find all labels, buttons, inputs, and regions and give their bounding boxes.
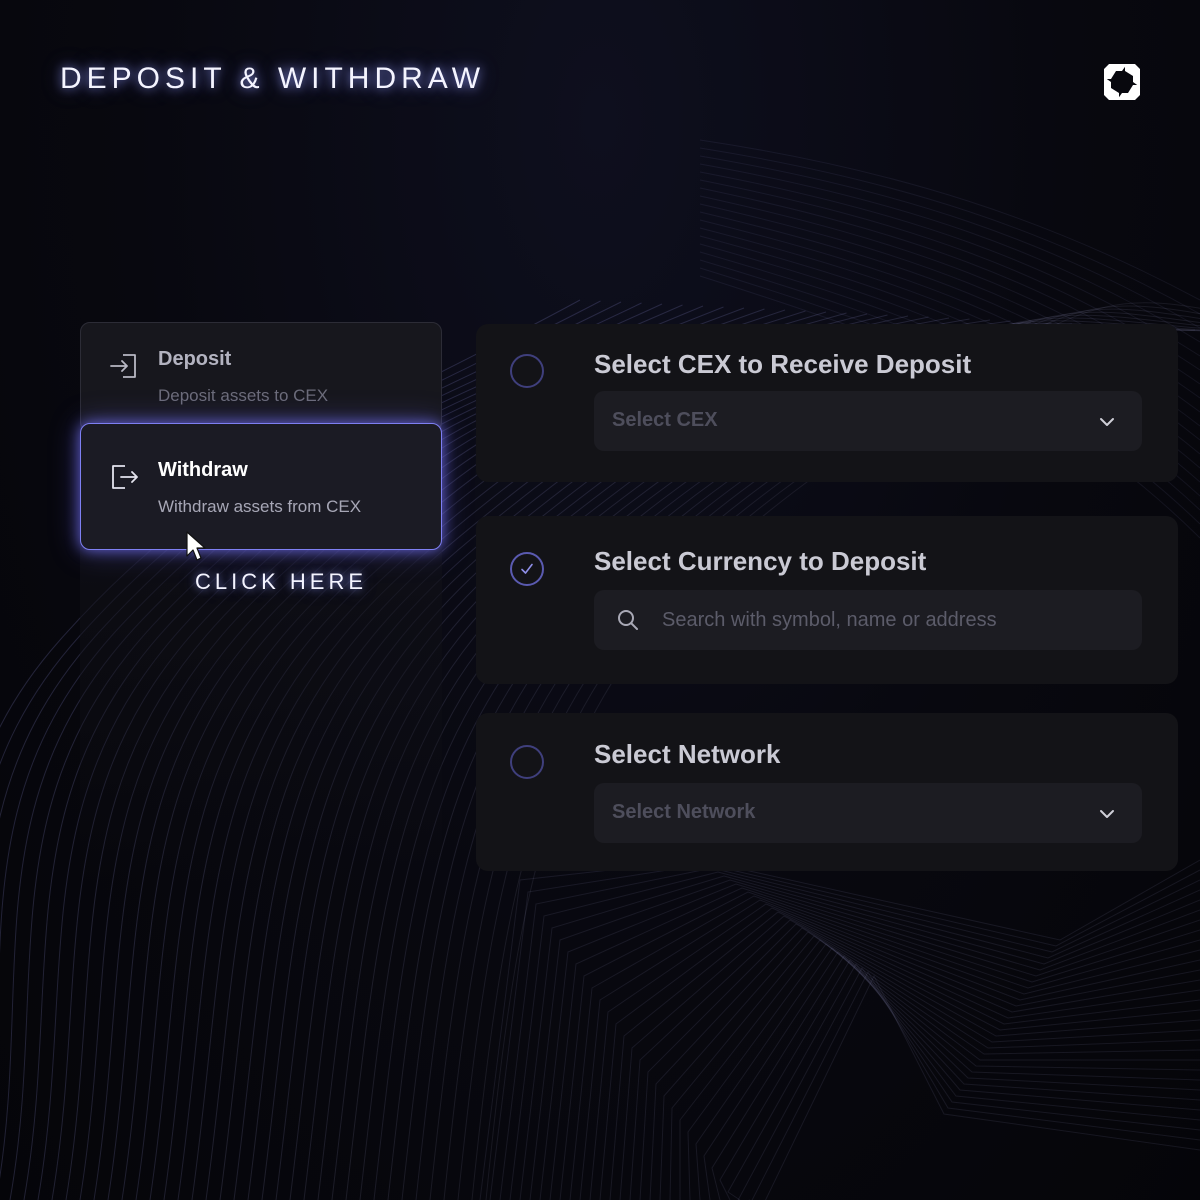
cex-select-dropdown[interactable]: Select CEX [594,391,1142,451]
brand-logo-icon [1104,64,1140,100]
step-radio[interactable] [510,745,544,779]
page-title: DEPOSIT & WITHDRAW [60,62,486,95]
step-title: Select Network [594,739,781,769]
sign-out-icon [112,465,138,489]
search-icon [618,610,638,630]
currency-search-input[interactable] [662,590,1122,650]
step-select-cex: Select CEX to Receive Deposit Select CEX [476,324,1178,482]
chevron-down-icon [1100,810,1114,818]
step-select-network: Select Network Select Network [476,713,1178,871]
sign-in-icon [110,354,136,378]
cex-select-value: Select CEX [612,409,718,431]
check-icon [521,563,533,574]
withdraw-option-description: Withdraw assets from CEX [158,497,362,516]
withdraw-option[interactable]: Withdraw Withdraw assets from CEX [80,423,442,550]
step-checkbox-checked[interactable] [510,552,544,586]
withdraw-option-label: Withdraw [158,459,248,481]
network-select-dropdown[interactable]: Select Network [594,783,1142,843]
step-title: Select CEX to Receive Deposit [594,349,972,379]
network-select-value: Select Network [612,801,756,823]
deposit-option-description: Deposit assets to CEX [158,386,329,405]
step-title: Select Currency to Deposit [594,546,927,576]
step-radio[interactable] [510,354,544,388]
deposit-option[interactable]: Deposit Deposit assets to CEX [80,322,442,432]
click-here-callout: CLICK HERE [195,569,368,594]
mouse-pointer-icon [186,531,206,561]
deposit-option-label: Deposit [158,348,232,370]
step-select-currency: Select Currency to Deposit [476,516,1178,684]
currency-search-field [594,590,1142,650]
chevron-down-icon [1100,418,1114,426]
